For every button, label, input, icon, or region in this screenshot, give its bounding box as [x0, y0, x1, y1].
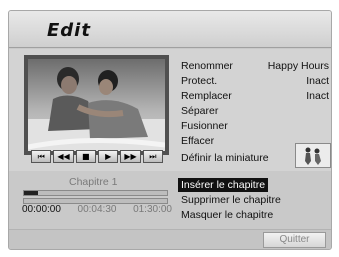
menu-item-value: Happy Hours	[267, 60, 329, 72]
menu-item-rename[interactable]: Renommer Happy Hours	[181, 59, 329, 74]
footer: Quitter	[9, 229, 331, 249]
playback-controls: ⏮ ◀◀ ■ ▶ ▶▶ ⏭	[31, 150, 163, 163]
edit-menu: Renommer Happy Hours Protect. Inact Remp…	[181, 59, 329, 149]
total-time: 01:30:00	[133, 204, 172, 215]
edit-panel: ⏮ ◀◀ ■ ▶ ▶▶ ⏭ Renommer Happy Hours Prote…	[9, 49, 331, 171]
stop-button[interactable]: ■	[75, 150, 96, 163]
chapter-progress-bar[interactable]	[23, 190, 168, 196]
preview-photo-image	[28, 59, 165, 151]
menu-item-replace[interactable]: Remplacer Inact	[181, 89, 329, 104]
quit-button[interactable]: Quitter	[263, 232, 326, 248]
video-preview	[24, 55, 169, 155]
menu-item-split[interactable]: Séparer	[181, 104, 329, 119]
time-readouts: 00:00:00 00:04:30 01:30:00	[22, 204, 172, 215]
menu-item-value: Inact	[306, 90, 329, 102]
start-time: 00:00:00	[22, 204, 61, 215]
delete-chapter-item[interactable]: Supprimer le chapitre	[181, 193, 281, 208]
menu-item-label: Remplacer	[181, 90, 232, 102]
play-button[interactable]: ▶	[97, 150, 119, 163]
rewind-button[interactable]: ◀◀	[53, 150, 74, 163]
previous-chapter-button[interactable]: ⏮	[31, 150, 52, 163]
hide-chapter-item[interactable]: Masquer le chapitre	[181, 208, 281, 223]
menu-item-label: Séparer	[181, 105, 219, 117]
chapter-progress-fill	[24, 191, 39, 195]
menu-item-label: Fusionner	[181, 120, 228, 132]
edit-screen: Edit ⏮ ◀◀ ■ ▶ ▶▶ ⏭ Renommer Happy Hours …	[8, 10, 332, 250]
chapter-panel: Chapitre 1 00:00:00 00:04:30 01:30:00 In…	[9, 173, 331, 229]
thumbnail-image	[295, 143, 331, 168]
next-chapter-button[interactable]: ⏭	[142, 150, 163, 163]
fast-forward-button[interactable]: ▶▶	[120, 150, 141, 163]
insert-chapter-item[interactable]: Insérer le chapitre	[178, 178, 269, 192]
set-thumbnail-item[interactable]: Définir la miniature	[181, 152, 269, 164]
menu-item-protect[interactable]: Protect. Inact	[181, 74, 329, 89]
chapter-label: Chapitre 1	[69, 176, 118, 188]
chapter-menu: Insérer le chapitre Supprimer le chapitr…	[178, 178, 281, 223]
page-title: Edit	[47, 20, 91, 41]
menu-item-label: Protect.	[181, 75, 218, 87]
title-bar: Edit	[9, 11, 331, 48]
current-time: 00:04:30	[77, 204, 117, 215]
menu-item-label: Effacer	[181, 135, 215, 147]
menu-item-label: Renommer	[181, 60, 233, 72]
menu-item-value: Inact	[306, 75, 329, 87]
menu-item-merge[interactable]: Fusionner	[181, 119, 329, 134]
